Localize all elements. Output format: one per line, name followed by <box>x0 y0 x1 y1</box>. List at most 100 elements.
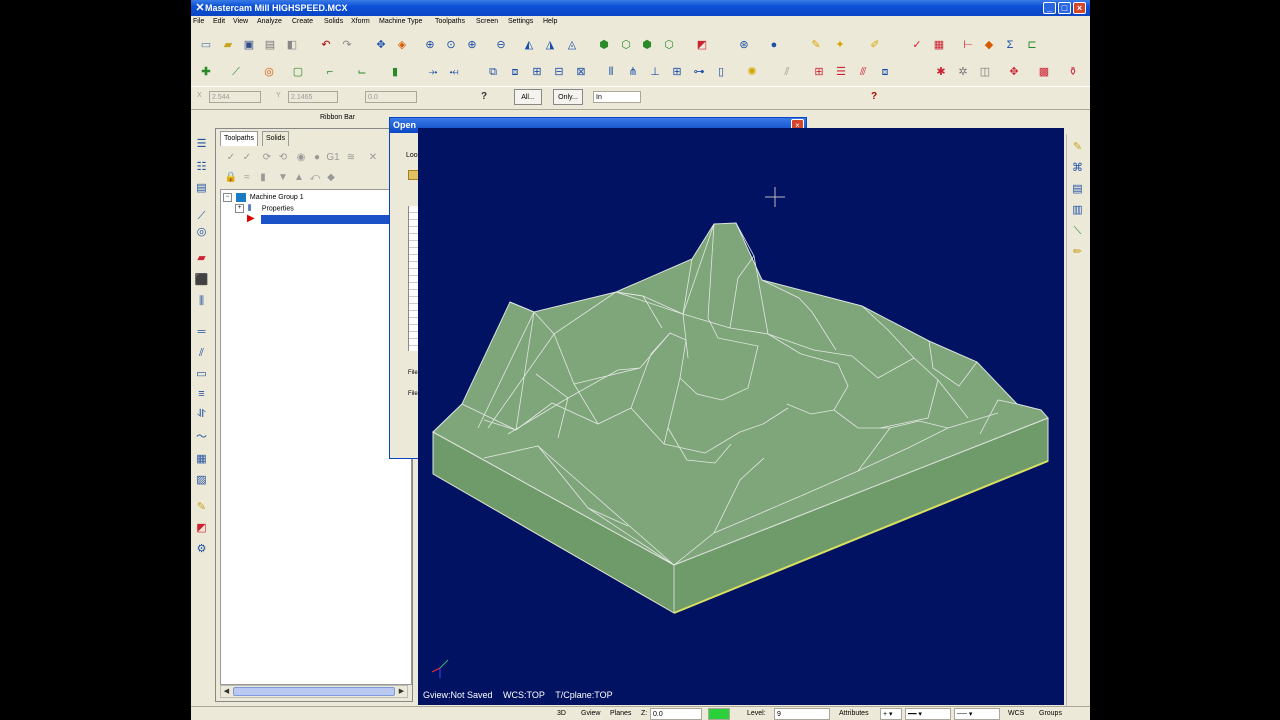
xform-array-icon[interactable]: ⊞ <box>669 64 685 80</box>
xform-dynamic-icon[interactable]: ⊥ <box>647 64 663 80</box>
xform-offset-icon[interactable]: ⊠ <box>573 64 589 80</box>
selection-mode-dropdown[interactable]: In <box>593 91 641 103</box>
fit-screen-icon[interactable]: ◈ <box>394 37 410 53</box>
menu-analyze[interactable]: Analyze <box>257 18 282 25</box>
xform-roll-icon[interactable]: ⋔ <box>625 64 641 80</box>
scroll-left-icon[interactable]: ◀ <box>221 686 232 697</box>
help-question-icon[interactable]: ? <box>477 89 491 105</box>
menu-xform[interactable]: Xform <box>351 18 370 25</box>
bottle-icon[interactable]: ⚱ <box>1065 64 1081 80</box>
zoom-window-icon[interactable]: ⊕ <box>422 37 438 53</box>
rectangle-icon[interactable]: ▢ <box>290 64 306 80</box>
xform-project-icon[interactable]: ⊶ <box>691 64 707 80</box>
groups-button[interactable]: Groups <box>1037 708 1067 720</box>
toolpath-finish-icon[interactable]: ⫼ <box>193 293 210 310</box>
new-file-icon[interactable]: ▭ <box>198 37 214 53</box>
pencil-icon[interactable]: ✐ <box>867 37 883 53</box>
measure-icon[interactable]: ✦ <box>832 37 848 53</box>
open-file-icon[interactable]: ▰ <box>220 37 236 53</box>
menu-settings[interactable]: Settings <box>508 18 533 25</box>
tree-horizontal-scrollbar[interactable]: ◀ ▶ <box>220 685 408 698</box>
tree-row-properties[interactable]: + ⫼ Properties <box>235 203 294 214</box>
level-manager-icon[interactable]: ▦ <box>931 37 947 53</box>
toolpath-drill-icon[interactable]: ☷ <box>193 159 210 176</box>
ruler-icon[interactable]: ✎ <box>808 37 824 53</box>
menu-screen[interactable]: Screen <box>476 18 498 25</box>
redo-icon[interactable]: ↷ <box>339 37 355 53</box>
view-side-icon[interactable]: ◬ <box>564 37 580 53</box>
menu-solids[interactable]: Solids <box>324 18 343 25</box>
verify-icon[interactable]: ⧈ <box>877 64 893 80</box>
wcs-button[interactable]: WCS <box>1006 708 1030 720</box>
lightbulb-icon[interactable]: ✺ <box>744 64 760 80</box>
pan-icon[interactable]: ✥ <box>373 37 389 53</box>
lock-icon[interactable]: 🔒 <box>224 171 238 185</box>
cplane-cube-icon[interactable]: ◩ <box>694 37 710 53</box>
delete-ops-icon[interactable]: ✕ <box>366 151 380 165</box>
tool-icon[interactable]: ✱ <box>933 64 949 80</box>
xform-stretch-icon[interactable]: ⫴ <box>603 64 619 80</box>
fillet-icon[interactable]: ⌐ <box>322 64 338 80</box>
x-coordinate-field[interactable]: 2.544 <box>209 91 261 103</box>
toggle-display-icon[interactable]: ≈ <box>240 171 254 185</box>
trim-icon[interactable]: ⤞ <box>425 64 441 80</box>
xform-translate-icon[interactable]: ⧉ <box>485 64 501 80</box>
toolpath-transform-icon[interactable]: ⚙ <box>193 541 210 558</box>
verify-ops-icon[interactable]: ● <box>310 151 324 165</box>
graphics-viewport[interactable]: Gview:Not Saved WCS:TOP T/Cplane:TOP <box>418 128 1064 705</box>
close-button[interactable]: × <box>1073 2 1086 14</box>
color-swatch[interactable]: 10 <box>708 708 730 720</box>
grid-icon[interactable]: ⊞ <box>811 64 827 80</box>
tree-row-machine-group[interactable]: − Machine Group 1 <box>223 192 304 203</box>
menu-create[interactable]: Create <box>292 18 313 25</box>
hatch-icon[interactable]: ⫻ <box>855 64 871 80</box>
xform-drag-icon[interactable]: ▯ <box>713 64 729 80</box>
undo-icon[interactable]: ↶ <box>318 37 334 53</box>
toolpath-icon[interactable]: ⊏ <box>1024 37 1040 53</box>
stock-icon[interactable]: ▩ <box>1036 64 1052 80</box>
level-field[interactable]: 9 <box>774 708 830 720</box>
backplot-icon[interactable]: ◫ <box>977 64 993 80</box>
toolpath-project-icon[interactable]: ▭ <box>193 366 210 383</box>
hidden-cube-icon[interactable]: ⬢ <box>639 37 655 53</box>
menu-toolpaths[interactable]: Toolpaths <box>435 18 465 25</box>
post-ops-icon[interactable]: G1 <box>326 151 340 165</box>
move-down-icon[interactable]: ▼ <box>276 171 290 185</box>
toolpath-flowline-icon[interactable]: ≡ <box>193 386 210 403</box>
xform-scale-icon[interactable]: ⊟ <box>551 64 567 80</box>
post-icon[interactable]: ✥ <box>1006 64 1022 80</box>
y-coordinate-field[interactable]: 2.1465 <box>288 91 338 103</box>
line-icon[interactable]: ⟋ <box>228 64 244 80</box>
regenerate-dirty-icon[interactable]: ⟲ <box>276 151 290 165</box>
tree-row-insert-point[interactable]: ▶ <box>247 214 409 224</box>
scroll-thumb[interactable] <box>233 687 395 696</box>
save-icon[interactable]: ▣ <box>241 37 257 53</box>
wire-cube-icon[interactable]: ⬡ <box>618 37 634 53</box>
list-icon[interactable]: ☰ <box>833 64 849 80</box>
toolpath-face-icon[interactable]: ⟋ <box>193 208 210 225</box>
sphere-icon[interactable]: ● <box>766 37 782 53</box>
dimension-icon[interactable]: ⊢ <box>960 37 976 53</box>
move-up-icon[interactable]: ▲ <box>292 171 306 185</box>
collapse-toggle-icon[interactable]: − <box>223 192 232 202</box>
mask-arcs-icon[interactable]: ✏ <box>1069 244 1086 261</box>
circle-icon[interactable]: ◎ <box>261 64 277 80</box>
analyze-icon[interactable]: ⊛ <box>736 37 752 53</box>
iso-cube-icon[interactable]: ⬡ <box>661 37 677 53</box>
check-icon[interactable]: ✓ <box>909 37 925 53</box>
xform-rotate-icon[interactable]: ⧈ <box>507 64 523 80</box>
xform-mirror-icon[interactable]: ⊞ <box>529 64 545 80</box>
planes-button[interactable]: Planes <box>608 708 636 720</box>
view-front-icon[interactable]: ◮ <box>542 37 558 53</box>
maximize-button[interactable]: □ <box>1058 2 1071 14</box>
view-top-icon[interactable]: ◭ <box>521 37 537 53</box>
point-style-dropdown[interactable]: + ▾ <box>880 708 902 720</box>
tab-solids[interactable]: Solids <box>262 131 290 146</box>
menu-view[interactable]: View <box>233 18 248 25</box>
select-all-button[interactable]: All... <box>514 89 542 105</box>
toolpath-contour3d-icon[interactable]: ⥯ <box>193 406 210 423</box>
cylinder-icon[interactable]: ▮ <box>387 64 403 80</box>
select-dirty-ops-icon[interactable]: ✓ <box>240 151 254 165</box>
toolpath-edit-icon[interactable]: ✎ <box>193 499 210 516</box>
mask-surfaces-icon[interactable]: ▤ <box>1069 181 1086 198</box>
